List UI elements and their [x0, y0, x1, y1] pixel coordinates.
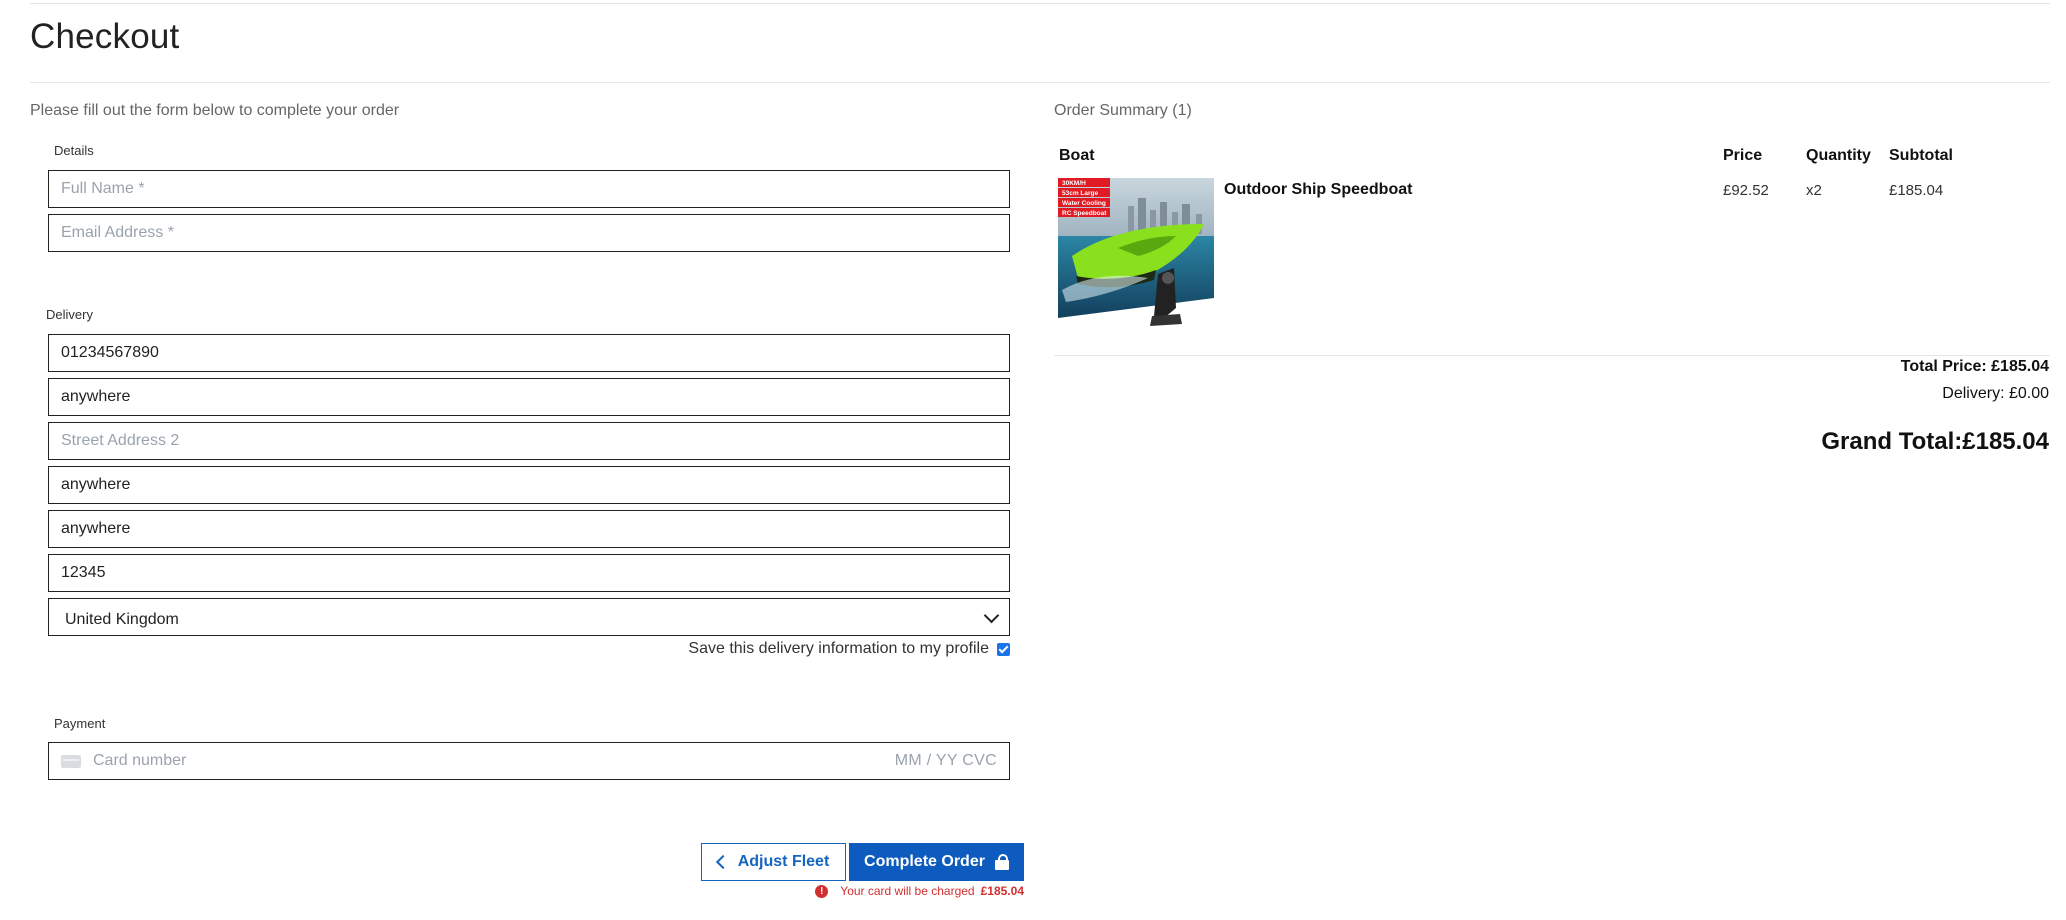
item-name[interactable]: Outdoor Ship Speedboat	[1224, 181, 1412, 199]
speedboat-product-image[interactable]: 30KM/H 53cm Large Water Cooling RC Speed…	[1058, 178, 1214, 330]
column-header-boat: Boat	[1059, 147, 1095, 164]
street-address-1-input[interactable]	[61, 388, 997, 406]
postcode-input[interactable]	[61, 564, 997, 582]
item-price: £92.52	[1723, 182, 1769, 199]
form-intro: Please fill out the form below to comple…	[30, 102, 400, 119]
save-delivery-checkbox[interactable]	[997, 642, 1010, 656]
charge-notice: ! Your card will be charged £185.04	[815, 884, 1024, 898]
street-address-2-input[interactable]	[61, 432, 997, 450]
email-input[interactable]	[61, 224, 997, 242]
column-header-quantity: Quantity	[1806, 147, 1871, 164]
lock-icon	[994, 854, 1009, 870]
badge-type: RC Speedboat	[1062, 210, 1107, 217]
email-field[interactable]	[48, 214, 1010, 252]
badge-cooling: Water Cooling	[1062, 200, 1106, 207]
phone-input[interactable]	[61, 344, 997, 362]
card-element[interactable]: Card number MM / YY CVC	[48, 742, 1010, 780]
column-header-price: Price	[1723, 147, 1763, 164]
delivery-label: Delivery	[46, 307, 93, 322]
delivery-cost: Delivery: £0.00	[1942, 385, 2049, 402]
credit-card-icon	[61, 754, 81, 768]
grand-total: Grand Total:£185.04	[1821, 428, 2049, 455]
title-divider	[30, 82, 2050, 83]
page-title: Checkout	[30, 17, 180, 56]
chevron-down-icon	[983, 607, 1000, 623]
complete-order-label: Complete Order	[864, 853, 985, 870]
expiry-cvc-placeholder[interactable]: MM / YY CVC	[895, 752, 997, 770]
error-icon: !	[815, 884, 829, 898]
save-delivery-row[interactable]: Save this delivery information to my pro…	[688, 640, 1010, 658]
summary-divider	[1054, 355, 2050, 356]
town-input[interactable]	[61, 476, 997, 494]
column-header-subtotal: Subtotal	[1889, 147, 1953, 164]
chevron-left-icon	[715, 854, 730, 870]
badge-speed: 30KM/H	[1062, 180, 1086, 187]
complete-order-button[interactable]: Complete Order	[849, 843, 1024, 881]
top-divider	[30, 3, 2050, 4]
full-name-input[interactable]	[61, 180, 997, 198]
card-number-placeholder[interactable]: Card number	[93, 752, 895, 770]
charge-amount: £185.04	[980, 884, 1024, 898]
save-delivery-label: Save this delivery information to my pro…	[688, 640, 989, 657]
charge-text: Your card will be charged	[840, 884, 975, 898]
country-select-value: United Kingdom	[65, 611, 179, 628]
town-field[interactable]	[48, 466, 1010, 504]
postcode-field[interactable]	[48, 554, 1010, 592]
item-subtotal: £185.04	[1889, 182, 1944, 199]
county-field[interactable]	[48, 510, 1010, 548]
adjust-fleet-button[interactable]: Adjust Fleet	[701, 843, 846, 881]
adjust-fleet-label: Adjust Fleet	[737, 853, 830, 870]
payment-label: Payment	[54, 716, 106, 731]
details-label: Details	[54, 143, 94, 158]
full-name-field[interactable]	[48, 170, 1010, 208]
street-address-2-field[interactable]	[48, 422, 1010, 460]
country-select[interactable]: United Kingdom	[48, 598, 1010, 636]
street-address-1-field[interactable]	[48, 378, 1010, 416]
total-price: Total Price: £185.04	[1900, 358, 2049, 375]
item-quantity: x2	[1806, 182, 1822, 199]
order-summary-heading: Order Summary (1)	[1054, 102, 1192, 119]
phone-field[interactable]	[48, 334, 1010, 372]
county-input[interactable]	[61, 520, 997, 538]
badge-size: 53cm Large	[1062, 190, 1099, 197]
